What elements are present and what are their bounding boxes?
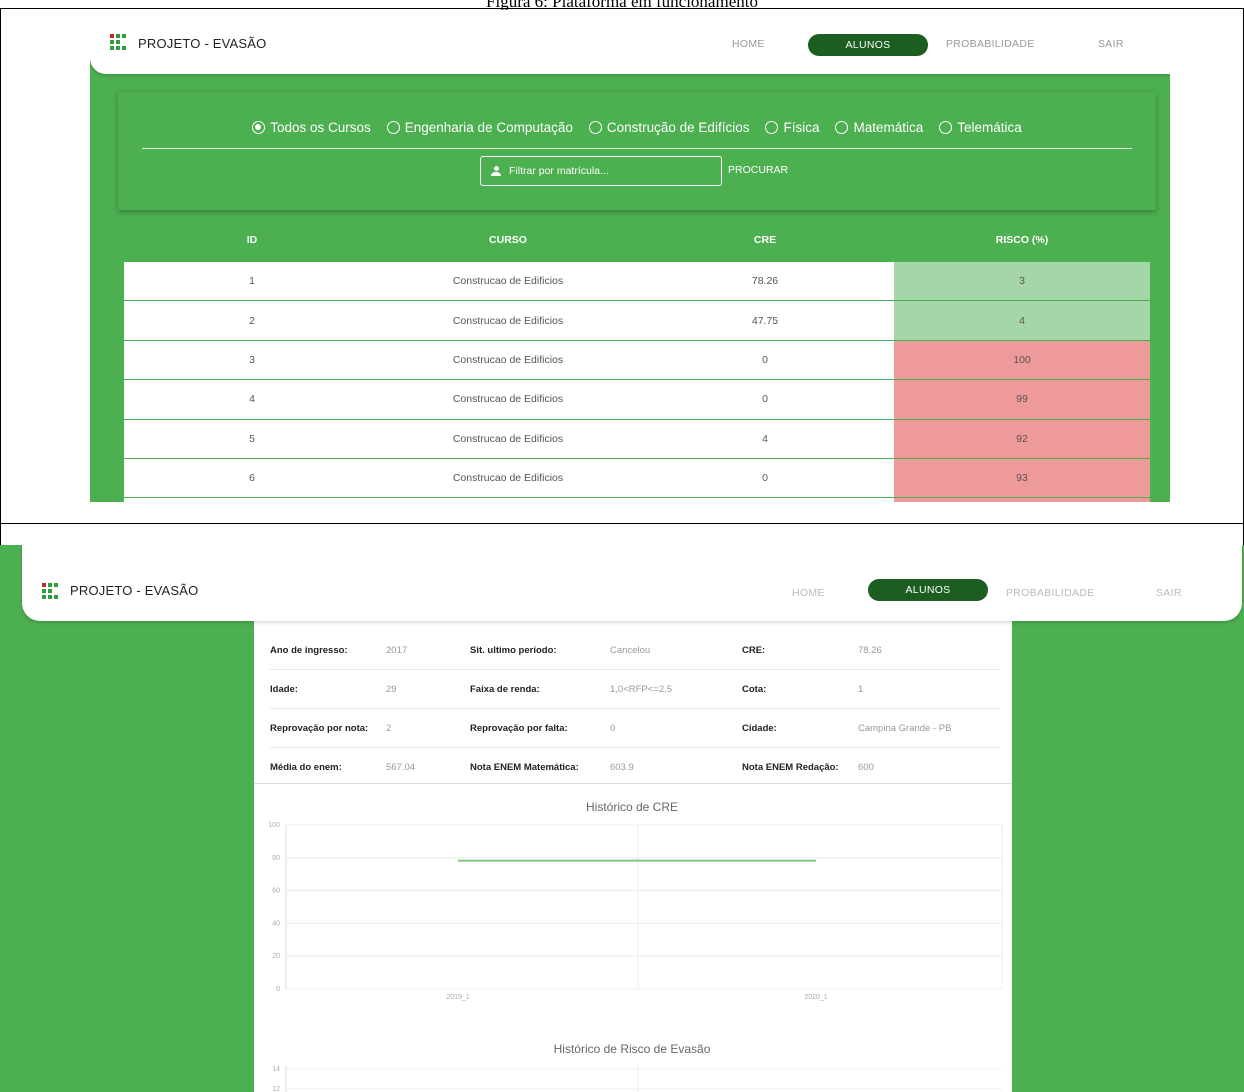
cell-curso: Construcao de Edificios	[452, 432, 564, 445]
matricula-search-input[interactable]: Filtrar por matrícula...	[480, 156, 722, 186]
cell-cre: 4	[762, 432, 768, 445]
students-table-header: ID CURSO CRE RISCO (%)	[124, 218, 1150, 262]
cell-id: 5	[249, 432, 255, 445]
header-cre[interactable]: CRE	[636, 234, 894, 246]
students-list-screen: PROJETO - EVASÃO HOME ALUNOS PROBABILIDA…	[90, 10, 1170, 502]
nav-probabilidade[interactable]: PROBABILIDADE	[1006, 587, 1095, 599]
table-row[interactable]: 5 Construcao de Edificios 4 92	[124, 419, 1150, 459]
cell-id: 6	[249, 472, 255, 485]
table-row[interactable]: 3 Construcao de Edificios 0 100	[124, 340, 1150, 381]
table-row[interactable]: 4 Construcao de Edificios 0 99	[124, 380, 1150, 420]
y-tick-label: 60	[272, 888, 280, 895]
cell-cre: 78.26	[751, 275, 779, 288]
logo-icon	[42, 583, 58, 599]
cell-risco: 92	[894, 419, 1150, 458]
cell-cre: 0	[762, 353, 768, 366]
x-tick-label: 2020_1	[804, 994, 827, 1001]
top-navbar: PROJETO - EVASÃO HOME ALUNOS PROBABILIDA…	[90, 10, 1170, 74]
cell-risco: 3	[894, 262, 1150, 301]
cell-risco: 99	[894, 380, 1150, 419]
radio-engenharia-de-computacao[interactable]: Engenharia de Computação	[386, 120, 573, 135]
radio-construcao-de-edificios[interactable]: Construção de Edifícios	[588, 120, 749, 135]
radio-todos-os-cursos[interactable]: Todos os Cursos	[252, 120, 371, 135]
table-row[interactable]: 2 Construcao de Edificios 47.75 4	[124, 301, 1150, 341]
logo-icon	[110, 34, 126, 50]
procurar-button[interactable]: PROCURAR	[728, 164, 788, 176]
student-detail-card: Ano de ingresso: 2017 Sit. ultimo períod…	[254, 621, 1012, 1092]
nav-alunos[interactable]: ALUNOS	[868, 579, 988, 601]
cre-history-chart: Histórico de CRE 100 80 60 40 20 0 2019_1 2020_…	[268, 800, 1003, 1001]
cell-cre: 0	[762, 393, 768, 406]
students-table-body: 1 Construcao de Edificios 78.26 3 2 Cons…	[124, 262, 1150, 502]
nav-sair[interactable]: SAIR	[1156, 587, 1182, 599]
header-curso[interactable]: CURSO	[380, 234, 636, 246]
cell-id: 2	[249, 314, 255, 327]
cell-cre: 47.75	[751, 314, 779, 327]
x-tick-label: 2019_1	[446, 994, 469, 1001]
nav-home[interactable]: HOME	[792, 587, 825, 599]
course-filter-group: Todos os Cursos Engenharia de Computação…	[118, 120, 1156, 135]
radio-icon	[588, 121, 602, 134]
search-placeholder: Filtrar por matrícula...	[509, 165, 609, 177]
table-row-partial	[124, 498, 1150, 502]
y-tick-label: 80	[272, 855, 280, 862]
cell-id: 1	[249, 275, 255, 288]
cell-id: 3	[249, 353, 255, 366]
top-navbar-detail: PROJETO - EVASÃO HOME ALUNOS PROBABILIDA…	[22, 545, 1242, 621]
header-id[interactable]: ID	[124, 234, 380, 246]
cell-curso: Construcao de Edificios	[452, 353, 564, 366]
chart-title: Histórico de Risco de Evasão	[554, 1042, 711, 1056]
radio-selected-icon	[252, 121, 266, 134]
nav-home[interactable]: HOME	[732, 38, 765, 50]
radio-icon	[835, 121, 849, 134]
nav-alunos[interactable]: ALUNOS	[808, 34, 928, 56]
radio-telematica[interactable]: Telemática	[939, 120, 1022, 135]
brand-title[interactable]: PROJETO - EVASÃO	[138, 36, 266, 51]
radio-icon	[765, 121, 779, 134]
cell-curso: Construcao de Edificios	[452, 314, 564, 327]
cell-risco: 93	[894, 458, 1150, 498]
cell-curso: Construcao de Edificios	[452, 275, 564, 288]
person-icon	[491, 166, 501, 176]
radio-icon	[939, 121, 953, 134]
brand-title[interactable]: PROJETO - EVASÃO	[70, 583, 198, 598]
chart-title: Histórico de CRE	[586, 800, 678, 814]
filter-divider	[142, 148, 1132, 149]
radio-fisica[interactable]: Física	[765, 120, 819, 135]
y-tick-label: 20	[272, 953, 280, 960]
y-tick-label: 14	[272, 1066, 280, 1073]
filter-card: Todos os Cursos Engenharia de Computação…	[118, 92, 1156, 210]
y-tick-label: 0	[276, 986, 280, 993]
history-charts: Histórico de CRE 100 80 60 40 20 0 2019_1 2020_…	[268, 800, 1003, 1092]
radio-matematica[interactable]: Matemática	[835, 120, 923, 135]
y-tick-label: 12	[272, 1086, 280, 1092]
cell-risco: 100	[894, 340, 1150, 380]
cell-curso: Construcao de Edificios	[452, 472, 564, 485]
nav-sair[interactable]: SAIR	[1098, 38, 1124, 50]
table-row[interactable]: 6 Construcao de Edificios 0 93	[124, 458, 1150, 499]
cell-cre: 0	[762, 472, 768, 485]
y-tick-label: 100	[268, 822, 280, 829]
radio-icon	[386, 121, 400, 134]
header-risco[interactable]: RISCO (%)	[894, 234, 1150, 246]
cell-curso: Construcao de Edificios	[452, 393, 564, 406]
nav-probabilidade[interactable]: PROBABILIDADE	[946, 38, 1035, 50]
cell-risco: 4	[894, 301, 1150, 340]
cell-id: 4	[249, 393, 255, 406]
table-row[interactable]: 1 Construcao de Edificios 78.26 3	[124, 262, 1150, 302]
y-tick-label: 40	[272, 920, 280, 927]
risk-history-chart: Histórico de Risco de Evasão 14 12	[272, 1042, 1002, 1092]
student-detail-screen: Ano de ingresso: 2017 Sit. ultimo períod…	[0, 545, 1244, 1092]
